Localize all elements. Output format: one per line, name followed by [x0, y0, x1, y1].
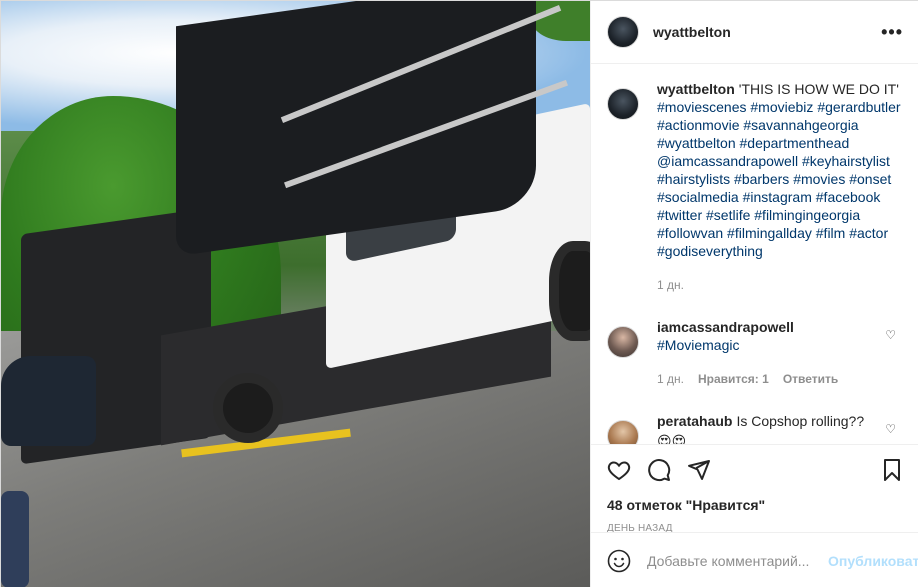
- photo-wheel: [549, 241, 590, 341]
- author-username[interactable]: wyattbelton: [653, 24, 731, 40]
- comment-meta: 1 дн. Нравится: 1 Ответить: [657, 370, 838, 388]
- photo-car: [1, 356, 96, 446]
- comment-body: iamcassandrapowell #Moviemagic 1 дн. Нра…: [657, 318, 838, 388]
- comment-likes[interactable]: Нравится: 1: [698, 370, 769, 388]
- comment-hashtag[interactable]: #Moviemagic: [657, 337, 739, 353]
- bookmark-icon[interactable]: [880, 458, 904, 482]
- caption-hashtag[interactable]: #godiseverything: [657, 243, 763, 259]
- comment-bubble-icon[interactable]: [647, 458, 671, 482]
- post-photo[interactable]: [1, 1, 590, 587]
- comment-author[interactable]: iamcassandrapowell: [657, 319, 794, 335]
- caption-author[interactable]: wyattbelton: [657, 81, 735, 97]
- caption-hashtag[interactable]: #filmingingeorgia: [754, 207, 860, 223]
- post-side-panel: wyattbelton ••• wyattbelton 'THIS IS HOW …: [590, 1, 918, 587]
- caption-hashtag[interactable]: #moviescenes: [657, 99, 747, 115]
- caption-hashtag[interactable]: #barbers: [734, 171, 789, 187]
- comment-like-heart-icon[interactable]: ♡: [885, 328, 896, 342]
- caption-hashtag[interactable]: #wyattbelton: [657, 135, 736, 151]
- comments-section: wyattbelton 'THIS IS HOW WE DO IT' #movie…: [591, 64, 918, 444]
- caption-hashtag[interactable]: #hairstylists: [657, 171, 730, 187]
- commenter-avatar[interactable]: [607, 326, 639, 358]
- caption-hashtag[interactable]: #onset: [849, 171, 891, 187]
- photo-person: [1, 491, 29, 587]
- comment-time[interactable]: 1 дн.: [657, 370, 684, 388]
- caption-hashtag[interactable]: #film: [816, 225, 846, 241]
- caption-hashtag[interactable]: #actor: [849, 225, 888, 241]
- comment-body: peratahaub Is Copshop rolling?? 😍😍: [657, 412, 864, 444]
- post-header: wyattbelton •••: [591, 1, 918, 64]
- commenter-avatar[interactable]: [607, 420, 639, 444]
- caption-text: 'THIS IS HOW WE DO IT': [738, 81, 899, 97]
- caption-hashtag[interactable]: #gerardbutler: [817, 99, 900, 115]
- action-icons: [607, 445, 904, 495]
- caption-time[interactable]: 1 дн.: [657, 276, 684, 294]
- caption: wyattbelton 'THIS IS HOW WE DO IT' #movie…: [607, 80, 904, 294]
- caption-hashtag[interactable]: #savannahgeorgia: [743, 117, 858, 133]
- comment: iamcassandrapowell #Moviemagic 1 дн. Нра…: [607, 318, 904, 388]
- caption-hashtag[interactable]: #moviebiz: [750, 99, 813, 115]
- heart-icon[interactable]: [607, 458, 631, 482]
- add-comment-bar: Опубликовать: [591, 532, 918, 587]
- post-container: wyattbelton ••• wyattbelton 'THIS IS HOW …: [0, 0, 918, 587]
- author-avatar[interactable]: [607, 16, 639, 48]
- caption-hashtag[interactable]: #facebook: [816, 189, 881, 205]
- comment-author[interactable]: peratahaub: [657, 413, 732, 429]
- photo-wheel: [213, 373, 283, 443]
- comment: peratahaub Is Copshop rolling?? 😍😍 ♡: [607, 412, 904, 444]
- caption-hashtag[interactable]: #socialmedia: [657, 189, 739, 205]
- caption-hashtag[interactable]: #actionmovie: [657, 117, 740, 133]
- caption-hashtags: #moviescenes #moviebiz #gerardbutler #ac…: [657, 99, 901, 259]
- likes-count[interactable]: 48 отметок "Нравится": [607, 497, 904, 513]
- caption-meta: 1 дн.: [657, 276, 904, 294]
- more-options-icon[interactable]: •••: [881, 23, 903, 41]
- caption-hashtag[interactable]: #instagram: [743, 189, 812, 205]
- comment-input[interactable]: [647, 552, 828, 569]
- caption-hashtag[interactable]: @iamcassandrapowell: [657, 153, 798, 169]
- comment-like-heart-icon[interactable]: ♡: [885, 422, 896, 436]
- post-comment-button[interactable]: Опубликовать: [828, 553, 918, 569]
- share-icon[interactable]: [687, 458, 711, 482]
- caption-author-avatar[interactable]: [607, 88, 639, 120]
- caption-hashtag[interactable]: #movies: [793, 171, 845, 187]
- caption-body: wyattbelton 'THIS IS HOW WE DO IT' #movie…: [657, 80, 904, 294]
- caption-hashtag[interactable]: #keyhairstylist: [802, 153, 890, 169]
- comment-emoji: 😍😍: [657, 433, 687, 444]
- emoji-smile-icon[interactable]: [607, 549, 631, 573]
- caption-hashtag[interactable]: #setlife: [706, 207, 750, 223]
- comment-text: Is Copshop rolling??: [736, 413, 865, 429]
- caption-hashtag[interactable]: #filmingallday: [727, 225, 812, 241]
- caption-hashtag[interactable]: #followvan: [657, 225, 723, 241]
- caption-hashtag[interactable]: #twitter: [657, 207, 702, 223]
- caption-hashtag[interactable]: #departmenthead: [740, 135, 850, 151]
- post-actions: 48 отметок "Нравится" день назад Опублик…: [591, 444, 918, 587]
- reply-button[interactable]: Ответить: [783, 370, 838, 388]
